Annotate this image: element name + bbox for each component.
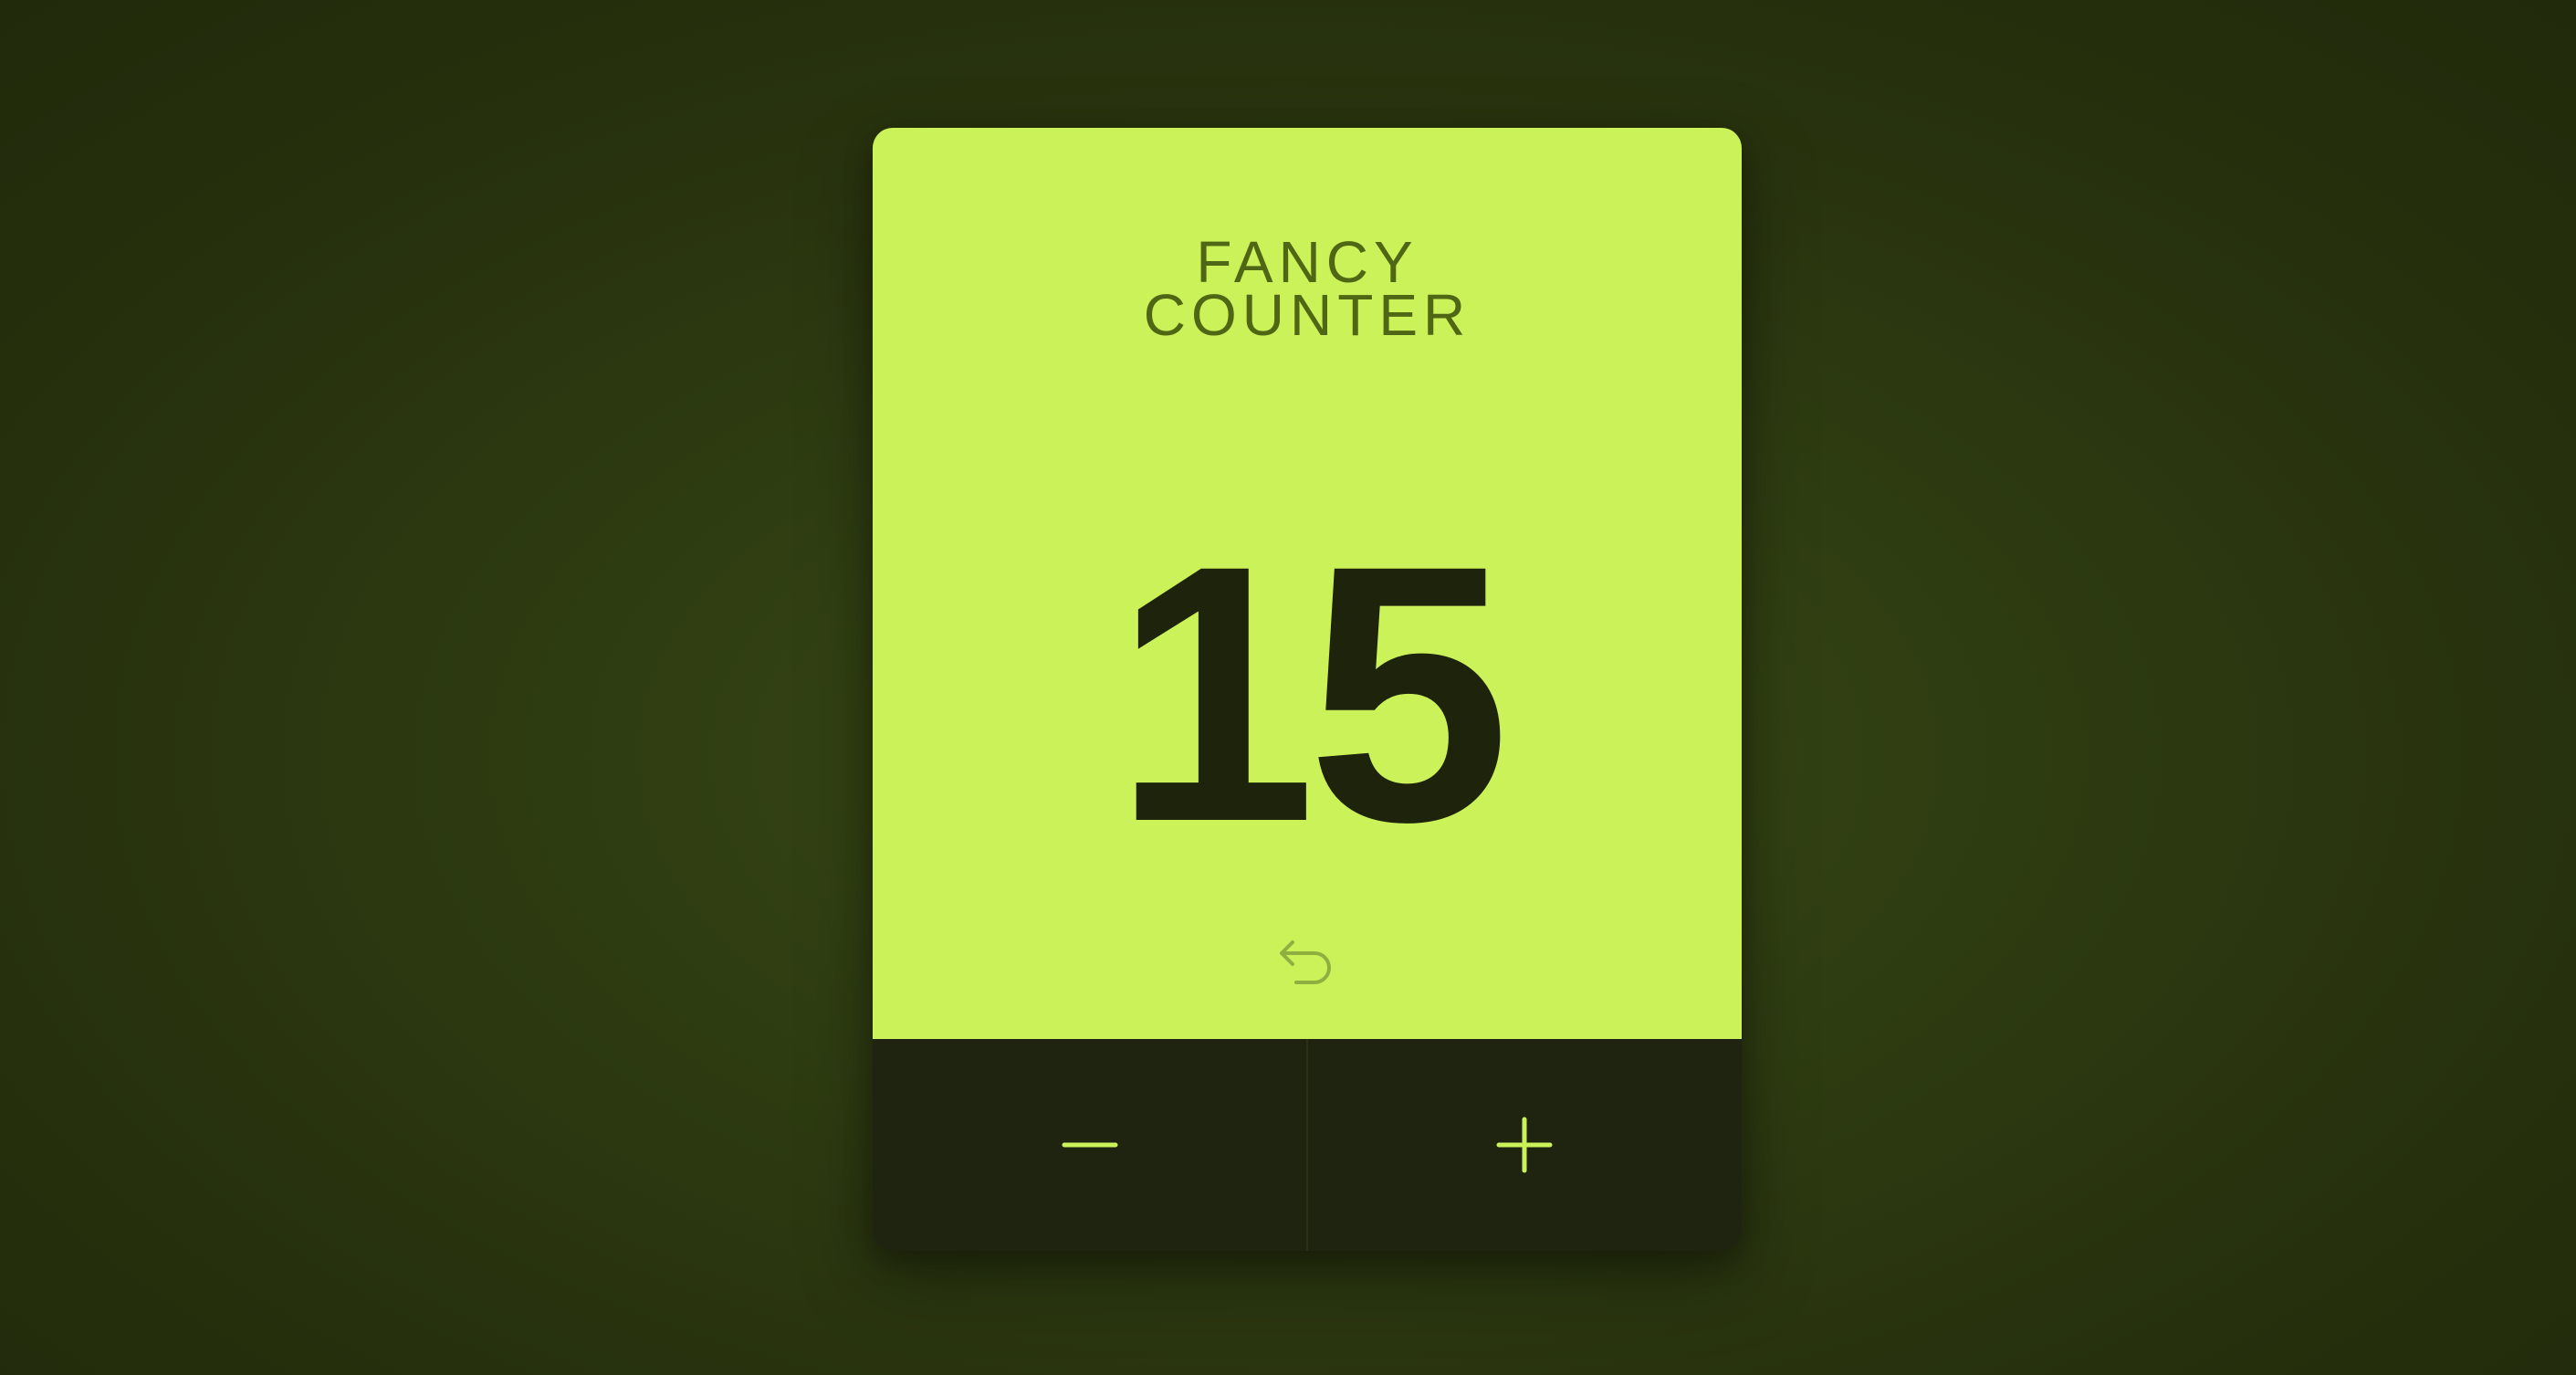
counter-display-panel: FANCY COUNTER 15 [873,128,1742,1039]
app-title: FANCY COUNTER [873,229,1742,348]
counter-card: FANCY COUNTER 15 [873,128,1742,1251]
counter-value: 15 [1113,489,1511,897]
minus-icon [1062,1142,1118,1148]
increment-button[interactable] [1307,1039,1742,1251]
controls-bar [873,1039,1742,1251]
decrement-button[interactable] [873,1039,1307,1251]
undo-arrow-icon [1280,940,1331,984]
reset-button[interactable] [1271,928,1344,1001]
app-title-line-2: COUNTER [1143,282,1471,348]
app-title-line-1: FANCY [1196,229,1419,295]
plus-icon [1496,1117,1553,1173]
